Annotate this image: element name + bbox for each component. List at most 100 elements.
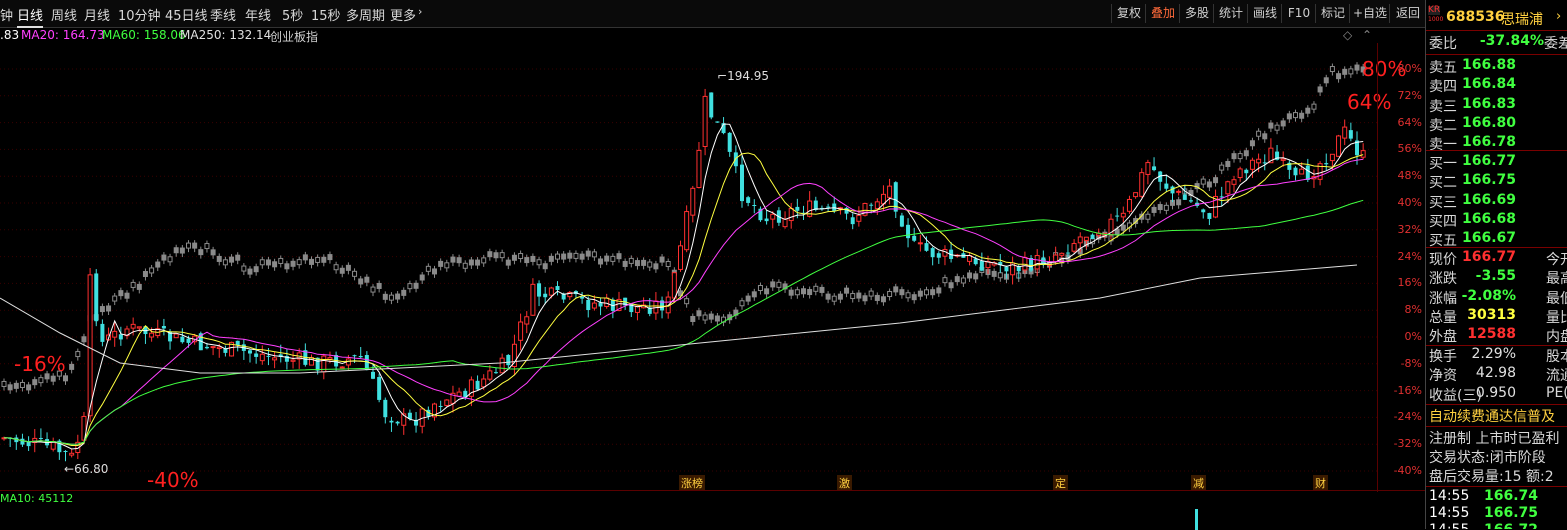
overlay-body	[1163, 204, 1169, 211]
quote-row: 现价166.77 今开	[1426, 249, 1567, 268]
event-marker[interactable]: 减	[1191, 475, 1206, 491]
overlay-body	[265, 259, 271, 266]
overlay-body	[690, 315, 696, 322]
period-monthly[interactable]: 月线	[84, 5, 110, 24]
kr-badge: KR	[1428, 5, 1441, 15]
draw-line-button[interactable]: 画线	[1247, 4, 1282, 23]
candle-body	[1071, 243, 1077, 252]
event-marker[interactable]: 激	[837, 475, 852, 491]
candle-body	[327, 357, 333, 360]
high-price-label: ⌐194.95	[717, 69, 770, 83]
period-minute[interactable]: 钟	[0, 5, 13, 24]
candle-body	[487, 370, 493, 380]
period-10min[interactable]: 10分钟	[118, 5, 161, 24]
chevron-right-icon[interactable]: ›	[1556, 9, 1561, 24]
overlay-body	[19, 381, 25, 388]
candle-body	[38, 437, 43, 439]
ask-value: 166.83	[1461, 95, 1516, 112]
notice-row[interactable]: 自动续费通达信普及	[1426, 406, 1567, 425]
info-line: 注册制 上市时已盈利	[1429, 431, 1560, 447]
candle-body	[1065, 252, 1070, 254]
percent-tick: 40%	[1397, 196, 1422, 209]
candle-body	[1237, 168, 1243, 179]
overlay-body	[1225, 161, 1231, 168]
candle-body	[1201, 209, 1206, 213]
quote-row: 总量 30313 量比	[1426, 307, 1567, 326]
quote-value: -3.55	[1475, 268, 1516, 285]
candle-body	[912, 235, 917, 241]
overlay-body	[653, 263, 659, 270]
candle-body	[383, 399, 388, 418]
candle-body	[924, 243, 929, 251]
add-watchlist-button[interactable]: +自选	[1349, 4, 1390, 23]
overlay-body	[253, 266, 259, 273]
overlay-body	[475, 259, 481, 266]
overlay-body	[905, 292, 911, 299]
candle-body	[20, 438, 25, 445]
chevron-right-icon[interactable]: ›	[418, 5, 422, 18]
period-more[interactable]: 更多	[390, 5, 416, 24]
event-marker[interactable]: 财	[1313, 475, 1328, 491]
percent-tick: 64%	[1397, 115, 1422, 129]
period-yearly[interactable]: 年线	[245, 5, 271, 24]
candle-body	[1225, 181, 1231, 195]
overlay-body	[290, 260, 296, 267]
ma250-line	[0, 264, 1358, 374]
percent-tick: -16%	[1393, 383, 1422, 397]
weibi-row: 委比 -37.84% 委差	[1426, 33, 1567, 52]
overlay-body	[825, 293, 831, 300]
overlay-body	[450, 256, 456, 263]
event-marker[interactable]: 定	[1053, 475, 1068, 491]
overlay-body	[887, 291, 893, 298]
adjust-button[interactable]: 复权	[1111, 4, 1146, 23]
candle-body	[339, 366, 345, 369]
candle-body	[671, 272, 677, 299]
overlay-body	[26, 384, 32, 391]
percent-tick: 8%	[1404, 303, 1422, 317]
overlay-body	[819, 286, 825, 293]
candle-body	[690, 187, 696, 216]
period-15sec[interactable]: 15秒	[311, 5, 341, 24]
info-line: 盘后交易量:15 额:2	[1429, 469, 1554, 485]
period-daily[interactable]: 日线	[17, 5, 44, 28]
candle-body	[1090, 234, 1095, 240]
candle-body	[518, 321, 524, 341]
overlay-body	[358, 278, 364, 285]
ask-row: 卖五 166.88	[1426, 57, 1567, 76]
overlay-body	[536, 259, 542, 266]
multi-stock-button[interactable]: 多股	[1179, 4, 1214, 23]
diamond-icon[interactable]: ◇	[1343, 28, 1352, 42]
period-multi[interactable]: 多周期	[346, 5, 385, 24]
overlay-body	[462, 262, 468, 269]
period-5sec[interactable]: 5秒	[282, 5, 303, 24]
statistics-button[interactable]: 统计	[1213, 4, 1248, 23]
overlay-body	[296, 259, 302, 266]
stock-header[interactable]: KR 1000 688536 思瑞浦 ›	[1426, 5, 1567, 29]
overlay-body	[382, 293, 388, 300]
mark-button[interactable]: 标记	[1315, 4, 1350, 23]
overlay-body	[106, 305, 112, 312]
quote-label: 外盘	[1429, 329, 1457, 346]
period-45day[interactable]: 45日线	[165, 5, 208, 24]
overlay-body	[1206, 181, 1212, 188]
period-quarterly[interactable]: 季线	[210, 5, 236, 24]
candle-body	[555, 286, 560, 291]
f10-button[interactable]: F10	[1281, 4, 1316, 23]
candle-body	[826, 206, 831, 208]
overlay-button[interactable]: 叠加	[1145, 4, 1180, 23]
overlay-body	[401, 289, 407, 296]
back-button[interactable]: 返回	[1389, 4, 1426, 23]
overlay-body	[1176, 199, 1182, 206]
period-weekly[interactable]: 周线	[51, 5, 77, 24]
notice-text[interactable]: 自动续费通达信普及	[1429, 406, 1555, 426]
overlay-body	[702, 314, 708, 321]
chevron-up-icon[interactable]: ⌃	[1362, 28, 1372, 42]
overlay-body	[714, 315, 720, 322]
stat-label: 换手	[1429, 349, 1457, 365]
bid-value: 166.69	[1461, 191, 1516, 208]
candlestick-chart[interactable]	[0, 43, 1377, 490]
percent-tick: -40%	[1393, 464, 1422, 477]
overlay-body	[493, 252, 499, 259]
overlay-body	[339, 267, 345, 274]
event-marker[interactable]: 涨榜	[679, 475, 705, 491]
